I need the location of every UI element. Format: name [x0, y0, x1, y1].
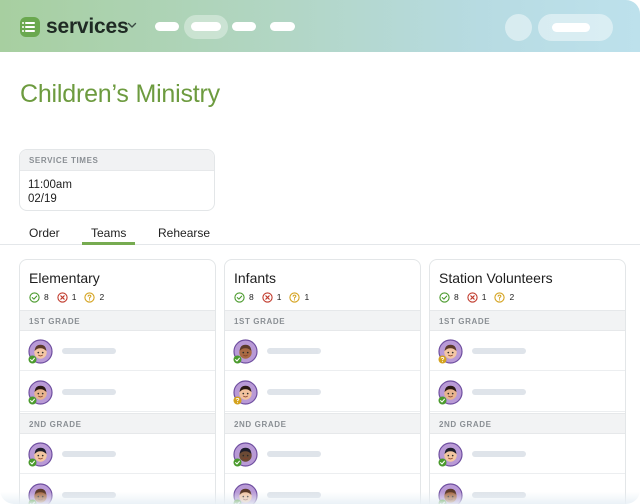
list-item[interactable] — [20, 372, 215, 412]
top-bar: services — [0, 0, 640, 52]
stat-count: 1 — [276, 292, 282, 302]
chevron-down-icon[interactable] — [127, 20, 137, 30]
nav-item-2[interactable] — [191, 22, 221, 31]
x-circle-icon — [57, 291, 72, 303]
stat-count: 8 — [249, 292, 254, 302]
team-column: Infants 8 1 1 1ST GRADE 2ND GRADE — [224, 259, 421, 504]
x-circle-icon — [262, 291, 277, 303]
list-item[interactable] — [225, 372, 420, 412]
avatar — [438, 339, 463, 364]
stat-pending: 2 — [84, 291, 105, 303]
scroll-fade — [0, 492, 640, 504]
stat-pending: 1 — [289, 291, 310, 303]
nav-item-1[interactable] — [155, 22, 179, 31]
avatar — [438, 380, 463, 405]
stat-count: 1 — [304, 292, 310, 302]
service-time: 11:00am — [28, 179, 72, 191]
question-circle-icon — [84, 291, 99, 303]
app-name[interactable]: services — [46, 15, 129, 39]
stat-count: 2 — [99, 292, 105, 302]
stat-confirmed: 8 — [29, 291, 49, 303]
stat-count: 2 — [509, 292, 515, 302]
team-name[interactable]: Station Volunteers — [439, 270, 553, 286]
section-header: 2ND GRADE — [225, 413, 420, 434]
section-header: 2ND GRADE — [430, 413, 625, 434]
member-name-placeholder — [472, 389, 526, 395]
avatar — [233, 442, 258, 467]
service-times-header: SERVICE TIMES — [20, 150, 214, 171]
active-tab-indicator — [82, 242, 135, 245]
x-circle-icon — [467, 291, 482, 303]
check-circle-icon — [439, 291, 454, 303]
stat-confirmed: 8 — [439, 291, 459, 303]
list-item[interactable] — [20, 331, 215, 371]
member-name-placeholder — [472, 451, 526, 457]
stat-declined: 1 — [262, 291, 282, 303]
user-name-placeholder — [552, 23, 590, 32]
tab-rehearse[interactable]: Rehearse — [158, 226, 210, 240]
section-header: 1ST GRADE — [430, 310, 625, 331]
team-column: Elementary 8 1 2 1ST GRADE 2ND GRADE — [19, 259, 216, 504]
avatar — [28, 380, 53, 405]
list-item[interactable] — [430, 434, 625, 474]
stat-count: 1 — [71, 292, 77, 302]
stat-confirmed: 8 — [234, 291, 254, 303]
member-name-placeholder — [267, 348, 321, 354]
avatar — [28, 442, 53, 467]
list-item[interactable] — [430, 372, 625, 412]
member-name-placeholder — [62, 451, 116, 457]
list-item[interactable] — [225, 331, 420, 371]
tab-order[interactable]: Order — [29, 226, 60, 240]
avatar — [233, 380, 258, 405]
member-name-placeholder — [472, 348, 526, 354]
service-times-card[interactable]: SERVICE TIMES 11:00am 02/19 — [19, 149, 215, 211]
stat-count: 8 — [44, 292, 49, 302]
nav-item-3[interactable] — [232, 22, 256, 31]
member-name-placeholder — [267, 451, 321, 457]
user-menu-button[interactable] — [538, 14, 613, 41]
question-circle-icon — [289, 291, 304, 303]
member-name-placeholder — [62, 389, 116, 395]
stat-declined: 1 — [467, 291, 487, 303]
team-stats: 8 1 1 — [234, 290, 317, 304]
member-name-placeholder — [267, 389, 321, 395]
list-item[interactable] — [430, 331, 625, 371]
app-window: services Children’s Ministry SERVICE TIM… — [0, 0, 640, 504]
member-name-placeholder — [62, 348, 116, 354]
avatar — [233, 339, 258, 364]
avatar — [438, 442, 463, 467]
team-column: Station Volunteers 8 1 2 1ST GRADE 2ND GRADE — [429, 259, 626, 504]
question-circle-icon — [494, 291, 509, 303]
stat-pending: 2 — [494, 291, 515, 303]
check-circle-icon — [29, 291, 44, 303]
team-name[interactable]: Infants — [234, 270, 276, 286]
list-item[interactable] — [20, 434, 215, 474]
section-header: 1ST GRADE — [20, 310, 215, 331]
stat-count: 8 — [454, 292, 459, 302]
stat-count: 1 — [481, 292, 487, 302]
nav-item-4[interactable] — [270, 22, 295, 31]
service-date: 02/19 — [28, 193, 57, 205]
page-title: Children’s Ministry — [20, 80, 220, 108]
team-stats: 8 1 2 — [29, 290, 112, 304]
tab-teams[interactable]: Teams — [91, 226, 126, 240]
section-header: 1ST GRADE — [225, 310, 420, 331]
check-circle-icon — [234, 291, 249, 303]
avatar[interactable] — [505, 14, 532, 41]
avatar — [28, 339, 53, 364]
team-name[interactable]: Elementary — [29, 270, 100, 286]
stat-declined: 1 — [57, 291, 77, 303]
team-stats: 8 1 2 — [439, 290, 522, 304]
list-icon[interactable] — [20, 17, 40, 37]
list-item[interactable] — [225, 434, 420, 474]
section-header: 2ND GRADE — [20, 413, 215, 434]
